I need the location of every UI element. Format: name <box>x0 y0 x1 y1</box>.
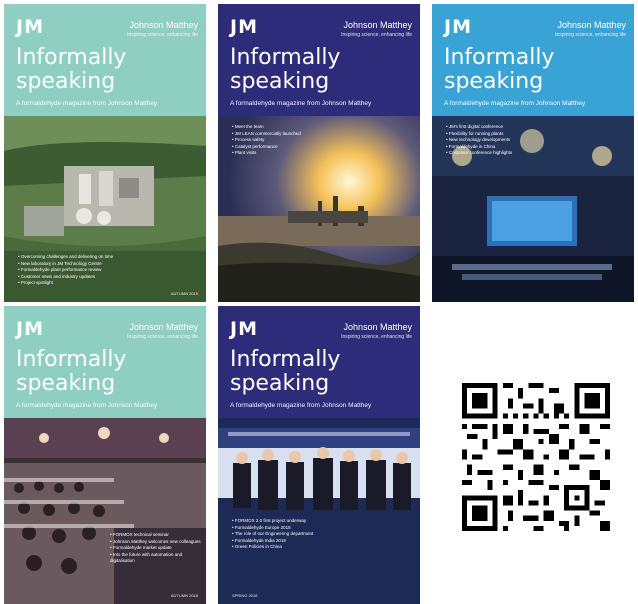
jm-logo: JM <box>230 318 258 340</box>
cover-subtitle: A formaldehyde magazine from Johnson Mat… <box>444 100 586 107</box>
qr-code[interactable] <box>462 383 610 531</box>
brand-name: Johnson Matthey Inspiring science, enhanc… <box>555 20 626 38</box>
jm-logo: JM <box>230 16 258 38</box>
brand-name: Johnson Matthey Inspiring science, enhanc… <box>341 322 412 340</box>
issue-date: AUTUMN 2018 <box>170 593 198 598</box>
cover-title: Informally speaking <box>444 45 555 94</box>
cover-bullets: JM's first digital conference Flexibilit… <box>446 124 512 157</box>
magazine-cover-3[interactable]: JM Johnson Matthey Inspiring science, enh… <box>432 4 634 302</box>
magazine-cover-1[interactable]: JM Johnson Matthey Inspiring science, enh… <box>4 4 206 302</box>
cover-bullets: Overcoming challenges and delivering on … <box>18 254 113 287</box>
cover-subtitle: A formaldehyde magazine from Johnson Mat… <box>230 402 372 409</box>
jm-logo: JM <box>16 16 44 38</box>
cover-subtitle: A formaldehyde magazine from Johnson Mat… <box>230 100 372 107</box>
cover-photo <box>4 418 206 604</box>
issue-date: SPRING 2018 <box>232 593 258 598</box>
jm-logo: JM <box>16 318 44 340</box>
cover-photo <box>218 418 420 604</box>
magazine-cover-4[interactable]: JM Johnson Matthey Inspiring science, enh… <box>4 306 206 604</box>
cover-title: Informally speaking <box>16 45 127 94</box>
brand-name: Johnson Matthey Inspiring science, enhanc… <box>341 20 412 38</box>
issue-date: AUTUMN 2019 <box>170 291 198 296</box>
cover-title: Informally speaking <box>16 347 127 396</box>
brand-name: Johnson Matthey Inspiring science, enhanc… <box>127 20 198 38</box>
cover-bullets: FORMOX 2.0 first project underway Formal… <box>232 518 314 551</box>
brand-name: Johnson Matthey Inspiring science, enhanc… <box>127 322 198 340</box>
cover-title: Informally speaking <box>230 45 341 94</box>
magazine-cover-2[interactable]: JM Johnson Matthey Inspiring science, enh… <box>218 4 420 302</box>
jm-logo: JM <box>444 16 472 38</box>
cover-bullets: Meet the team JM LEAN commercially launc… <box>232 124 301 157</box>
magazine-cover-5[interactable]: JM Johnson Matthey Inspiring science, enh… <box>218 306 420 604</box>
cover-subtitle: A formaldehyde magazine from Johnson Mat… <box>16 100 158 107</box>
cover-subtitle: A formaldehyde magazine from Johnson Mat… <box>16 402 158 409</box>
cover-title: Informally speaking <box>230 347 341 396</box>
cover-bullets: FORMOX technical seminar Johnson Matthey… <box>110 532 206 565</box>
